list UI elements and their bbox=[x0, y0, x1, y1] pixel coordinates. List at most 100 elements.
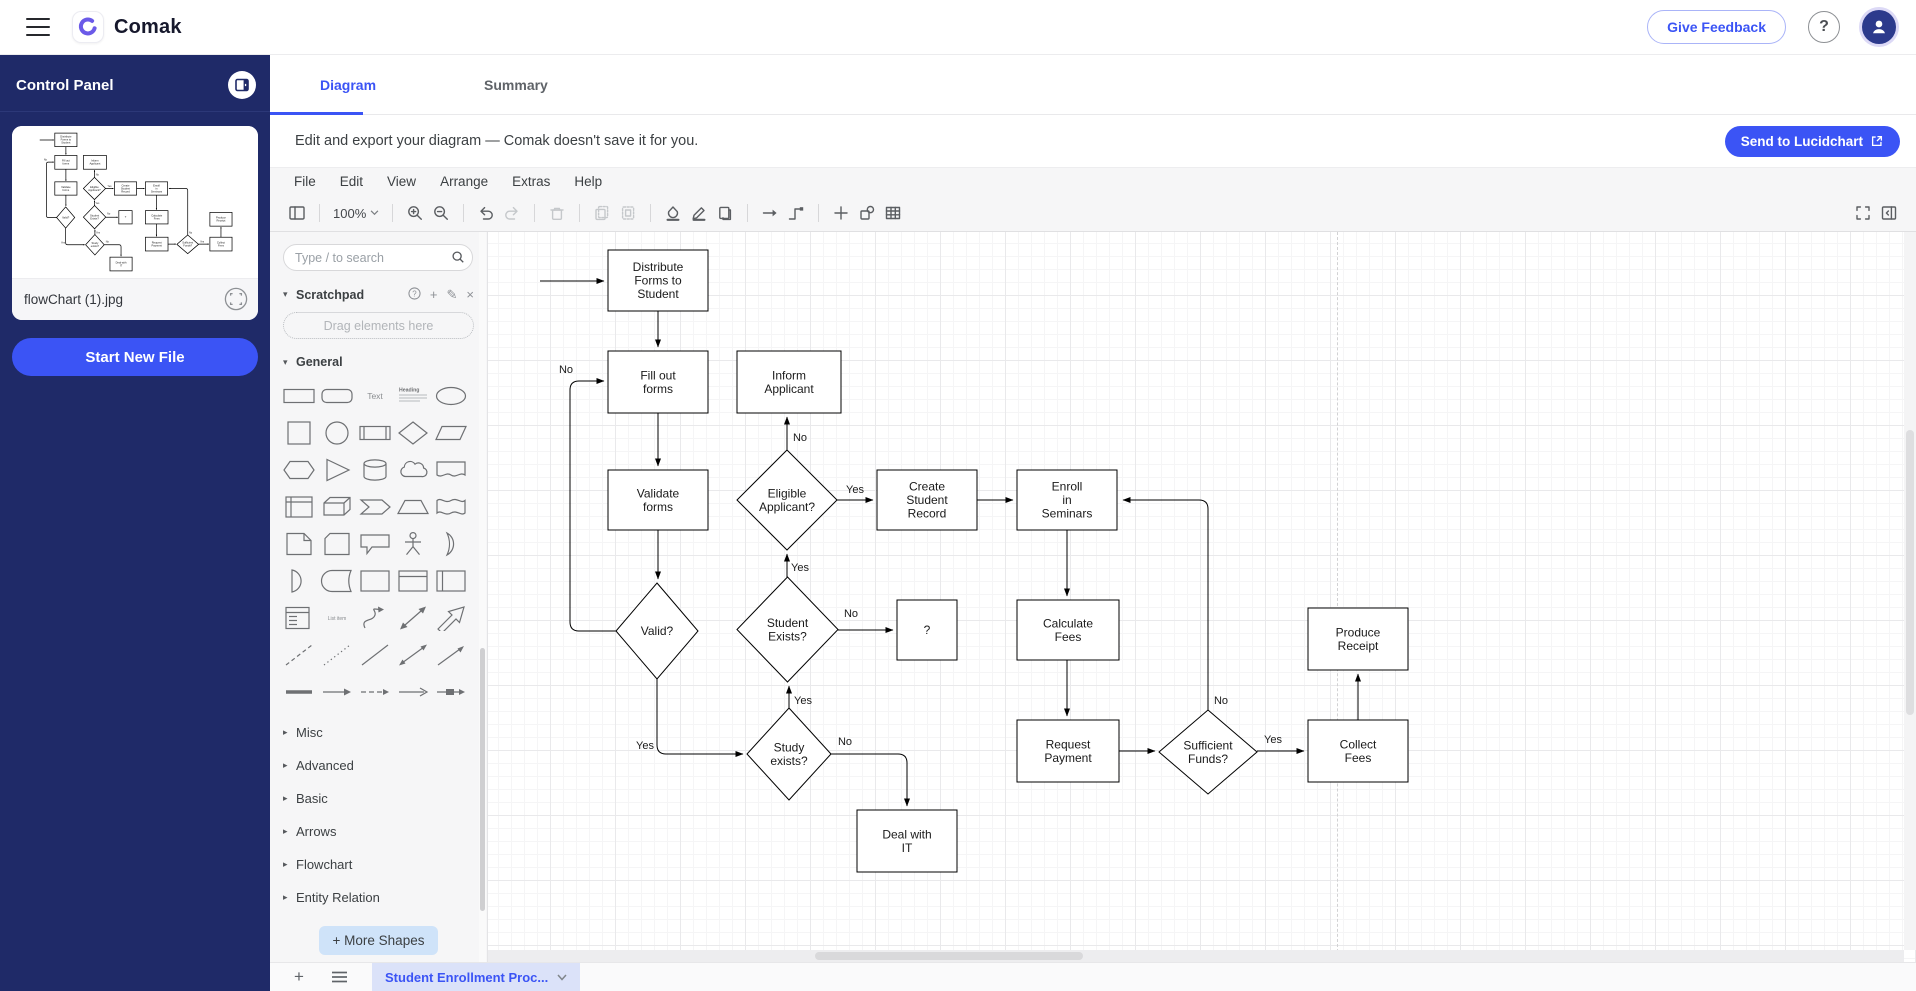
flowchart-svg[interactable]: Distribute Forms to Student Fill out forms In… bbox=[488, 232, 1916, 961]
shape-bidirectional-connector[interactable] bbox=[394, 636, 432, 673]
shape-container-title[interactable] bbox=[394, 562, 432, 599]
toolbar-format-panel-button[interactable] bbox=[1876, 200, 1902, 226]
flow-node-create-student-record[interactable]: Create Student Record bbox=[876, 469, 978, 531]
flow-node-unknown[interactable]: ? bbox=[118, 210, 133, 225]
toolbar-plus-button[interactable] bbox=[828, 200, 854, 226]
scratchpad-close-icon[interactable]: × bbox=[466, 288, 474, 301]
flow-node-request-payment[interactable]: Request Payment bbox=[145, 236, 169, 252]
scratchpad-edit-icon[interactable]: ✎ bbox=[447, 288, 458, 301]
shape-note[interactable] bbox=[280, 525, 318, 562]
flow-node-enroll-in-seminars[interactable]: Enroll in Seminars bbox=[145, 181, 168, 196]
shape-cube[interactable] bbox=[318, 488, 356, 525]
canvas-hscrollbar[interactable] bbox=[488, 950, 1904, 962]
flow-node-sufficient-funds[interactable]: Sufficient Funds? bbox=[1158, 709, 1258, 795]
shape-or[interactable] bbox=[432, 525, 470, 562]
shape-tape[interactable] bbox=[432, 488, 470, 525]
flow-edge-16[interactable] bbox=[104, 244, 122, 257]
flow-node-inform-applicant[interactable]: Inform Applicant bbox=[83, 155, 107, 170]
shape-hexagon[interactable] bbox=[280, 451, 318, 488]
flow-node-calculate-fees[interactable]: Calculate Fees bbox=[1016, 599, 1120, 661]
flow-node-enroll-in-seminars[interactable]: Enroll in Seminars bbox=[1016, 469, 1118, 531]
zoom-level-dropdown[interactable]: 100% bbox=[329, 206, 383, 221]
give-feedback-button[interactable]: Give Feedback bbox=[1647, 10, 1786, 44]
flow-node-deal-with-it[interactable]: Deal with IT bbox=[856, 809, 958, 873]
flow-node-collect-fees[interactable]: Collect Fees bbox=[209, 236, 233, 252]
shape-step[interactable] bbox=[356, 488, 394, 525]
shape-link[interactable] bbox=[280, 673, 318, 710]
menu-hamburger-icon[interactable] bbox=[26, 18, 50, 36]
shape-callout[interactable] bbox=[356, 525, 394, 562]
toolbar-shadow-button[interactable] bbox=[712, 200, 738, 226]
toolbar-insert-shape-button[interactable] bbox=[854, 200, 880, 226]
shape-process[interactable] bbox=[356, 414, 394, 451]
shape-card[interactable] bbox=[318, 525, 356, 562]
shape-parallelogram[interactable] bbox=[432, 414, 470, 451]
shape-square[interactable] bbox=[280, 414, 318, 451]
flow-node-produce-receipt[interactable]: Produce Receipt bbox=[209, 212, 233, 227]
shape-list[interactable] bbox=[280, 599, 318, 636]
shape-vertical-container[interactable] bbox=[432, 562, 470, 599]
flow-edge-5[interactable] bbox=[65, 228, 85, 246]
shape-actor[interactable] bbox=[394, 525, 432, 562]
shape-labeled-connector[interactable] bbox=[432, 673, 470, 710]
menu-item-edit[interactable]: Edit bbox=[340, 174, 363, 189]
section-advanced[interactable]: ▸ Advanced bbox=[283, 749, 474, 782]
shape-bidirectional-arrow[interactable] bbox=[394, 599, 432, 636]
add-page-button[interactable]: + bbox=[286, 967, 312, 987]
menu-item-view[interactable]: View bbox=[387, 174, 416, 189]
shape-simple-arrow[interactable] bbox=[356, 673, 394, 710]
flow-node-student-exists[interactable]: Student Exists? bbox=[736, 576, 839, 683]
shape-circle[interactable] bbox=[318, 414, 356, 451]
pages-list-button[interactable] bbox=[326, 971, 352, 983]
canvas-vscrollbar[interactable] bbox=[1904, 232, 1916, 950]
toolbar-sidebar-panel-button[interactable] bbox=[284, 200, 310, 226]
toolbar-fill-color-button[interactable] bbox=[660, 200, 686, 226]
section-arrows[interactable]: ▸ Arrows bbox=[283, 815, 474, 848]
toolbar-connector-button[interactable] bbox=[783, 200, 809, 226]
flow-node-study-exists[interactable]: Study exists? bbox=[746, 707, 832, 801]
shape-thin-arrow[interactable] bbox=[394, 673, 432, 710]
collapse-sidebar-button[interactable] bbox=[228, 71, 256, 99]
help-button[interactable]: ? bbox=[1808, 11, 1840, 43]
scratchpad-help-icon[interactable]: ? bbox=[408, 287, 421, 302]
toolbar-arrow-right-button[interactable] bbox=[757, 200, 783, 226]
flow-node-create-student-record[interactable]: Create Student Record bbox=[114, 181, 137, 196]
toolbar-line-color-button[interactable] bbox=[686, 200, 712, 226]
shape-directional-connector[interactable] bbox=[432, 636, 470, 673]
menu-item-help[interactable]: Help bbox=[574, 174, 602, 189]
section-misc[interactable]: ▸ Misc bbox=[283, 716, 474, 749]
shape-document[interactable] bbox=[432, 451, 470, 488]
shape-curve[interactable] bbox=[356, 599, 394, 636]
shape-arrow-link[interactable] bbox=[318, 673, 356, 710]
flow-node-calculate-fees[interactable]: Calculate Fees bbox=[145, 210, 169, 225]
toolbar-zoom-in-button[interactable] bbox=[402, 200, 428, 226]
shape-ellipse[interactable] bbox=[432, 377, 470, 414]
flow-node-distribute[interactable]: Distribute Forms to Student bbox=[54, 132, 78, 147]
flow-node-sufficient-funds[interactable]: Sufficient Funds? bbox=[176, 234, 200, 255]
flow-edge-14[interactable] bbox=[168, 187, 189, 236]
send-to-lucidchart-button[interactable]: Send to Lucidchart bbox=[1724, 125, 1900, 157]
flow-node-fill-out-forms[interactable]: Fill out forms bbox=[54, 155, 78, 170]
file-card[interactable]: Distribute Forms to Student Fill out forms In… bbox=[12, 126, 258, 320]
shape-trapezoid[interactable] bbox=[394, 488, 432, 525]
toolbar-table-button[interactable] bbox=[880, 200, 906, 226]
flow-node-valid[interactable]: Valid? bbox=[56, 206, 76, 229]
flow-edge-14[interactable] bbox=[1122, 497, 1209, 710]
shape-data-storage[interactable] bbox=[318, 562, 356, 599]
flow-node-study-exists[interactable]: Study exists? bbox=[85, 234, 105, 256]
shape-cylinder[interactable] bbox=[356, 451, 394, 488]
tab-summary[interactable]: Summary bbox=[484, 77, 548, 93]
shape-dashed-line[interactable] bbox=[280, 636, 318, 673]
shape-cloud[interactable] bbox=[394, 451, 432, 488]
flow-node-produce-receipt[interactable]: Produce Receipt bbox=[1307, 607, 1409, 671]
flow-node-inform-applicant[interactable]: Inform Applicant bbox=[736, 350, 842, 414]
flow-node-valid[interactable]: Valid? bbox=[615, 582, 699, 680]
flow-node-validate-forms[interactable]: Validate forms bbox=[54, 181, 78, 196]
flow-node-validate-forms[interactable]: Validate forms bbox=[607, 469, 709, 531]
tab-diagram[interactable]: Diagram bbox=[320, 77, 376, 93]
shape-search-input[interactable] bbox=[283, 244, 473, 271]
shape-rectangle[interactable] bbox=[280, 377, 318, 414]
menu-item-file[interactable]: File bbox=[294, 174, 316, 189]
flow-edge-5[interactable] bbox=[656, 679, 744, 757]
page-tab-student-enrollment[interactable]: Student Enrollment Proc... bbox=[372, 963, 581, 991]
